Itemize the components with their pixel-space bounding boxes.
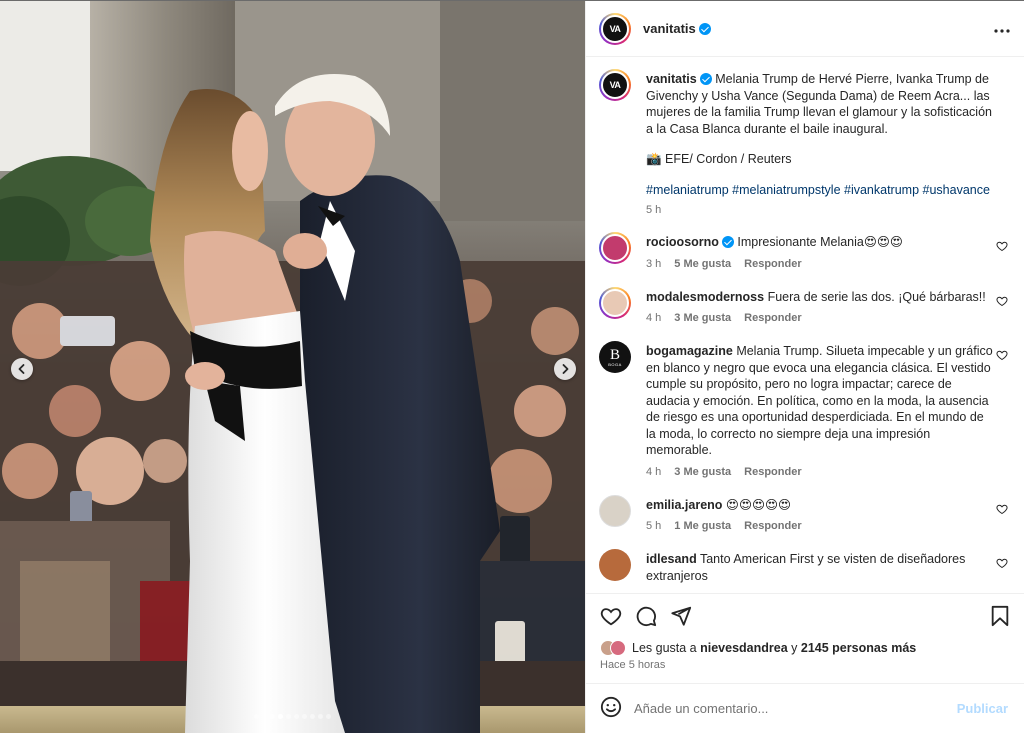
slide-dot: [310, 714, 315, 719]
comment-username[interactable]: emilia.jareno: [646, 498, 722, 512]
comment-like-heart-icon[interactable]: [996, 240, 1008, 252]
comment-likes[interactable]: 3 Me gusta: [674, 312, 731, 324]
share-button[interactable]: [669, 604, 693, 628]
post-header: VA vanitatis: [586, 1, 1024, 57]
comment-avatar[interactable]: [599, 494, 631, 527]
caption-username[interactable]: vanitatis: [646, 72, 697, 86]
post-time[interactable]: Hace 5 horas: [586, 659, 1024, 673]
verified-badge-icon: [699, 73, 712, 85]
save-button[interactable]: [988, 604, 1012, 628]
comment-icon: [636, 606, 657, 626]
liker-avatar[interactable]: [610, 640, 626, 656]
caption-author-avatar[interactable]: VA: [599, 69, 631, 101]
comment-avatar-logo: B: [609, 346, 620, 363]
comment-avatar-image: [601, 288, 629, 317]
slide-dot: [326, 714, 331, 719]
add-comment-bar: Publicar: [586, 683, 1024, 733]
liker-username[interactable]: nievesdandrea: [700, 641, 788, 655]
caption-time[interactable]: 5 h: [646, 204, 661, 216]
comment-text: Impresionante Melania😍😍😍: [737, 235, 903, 249]
slide-dot: [278, 714, 283, 719]
comment-item: emilia.jareno 😍😍😍😍😍 5 h 1 Me gusta Respo…: [599, 494, 1008, 532]
heart-icon: [600, 607, 622, 625]
post-caption: VA vanitatis Melania Trump de Hervé Pier…: [599, 69, 1008, 216]
emoji-icon: [600, 696, 622, 718]
comment-like-heart-icon[interactable]: [996, 295, 1008, 307]
comment-avatar[interactable]: [599, 286, 631, 319]
send-icon: [671, 606, 692, 626]
emoji-button[interactable]: [600, 696, 622, 721]
comment-like-heart-icon[interactable]: [996, 349, 1008, 361]
comment-item: rocioosorno Impresionante Melania😍😍😍 3 h…: [599, 232, 1008, 270]
likes-prefix: Les gusta a: [632, 641, 697, 655]
author-username[interactable]: vanitatis: [643, 21, 696, 36]
previous-slide-button[interactable]: [11, 358, 33, 380]
author-avatar-logo: VA: [601, 14, 629, 43]
reply-button[interactable]: Responder: [744, 258, 801, 270]
reply-button[interactable]: Responder: [744, 466, 801, 478]
publish-button[interactable]: Publicar: [957, 701, 1008, 716]
comment-text: Fuera de serie las dos. ¡Qué bárbaras!!: [767, 289, 986, 304]
reply-button[interactable]: Responder: [744, 520, 801, 532]
reply-button[interactable]: Responder: [744, 312, 801, 324]
slide-dot: [302, 714, 307, 719]
comment-item: idlesand Tanto American First y se viste…: [599, 549, 1008, 584]
caption-text: Melania Trump de Hervé Pierre, Ivanka Tr…: [646, 72, 992, 136]
post-side-panel: VA vanitatis VA vanitatis Melania Trump …: [585, 1, 1024, 733]
verified-badge-icon: [721, 236, 734, 248]
next-slide-button[interactable]: [554, 358, 576, 380]
comment-likes[interactable]: 1 Me gusta: [674, 520, 731, 532]
caption-avatar-logo: VA: [601, 71, 629, 99]
likes-summary: Les gusta a nievesdandrea y 2145 persona…: [586, 637, 1024, 659]
comment-avatar-image: [601, 234, 629, 262]
comment-likes[interactable]: 3 Me gusta: [674, 466, 731, 478]
comment-username[interactable]: idlesand: [646, 552, 697, 566]
author-avatar[interactable]: VA: [599, 12, 631, 45]
likes-joiner: y: [791, 641, 798, 655]
comment-avatar[interactable]: [599, 549, 631, 581]
slide-dot: [262, 714, 267, 719]
more-options-button[interactable]: [994, 20, 1010, 38]
post-photo: [0, 1, 585, 733]
slide-dot: [254, 714, 259, 719]
comment-text: Melania Trump. Silueta impecable y un gr…: [646, 344, 993, 457]
comment-username[interactable]: modalesmodernoss: [646, 290, 764, 304]
bookmark-icon: [991, 605, 1009, 626]
comments-list[interactable]: VA vanitatis Melania Trump de Hervé Pier…: [586, 57, 1024, 593]
comment-avatar[interactable]: B BOGA: [599, 341, 631, 373]
comment-input[interactable]: [634, 701, 957, 716]
comment-avatar[interactable]: [599, 232, 631, 264]
post-actions: [586, 593, 1024, 637]
instagram-post-modal: VA vanitatis VA vanitatis Melania Trump …: [0, 0, 1024, 733]
comment-text: 😍😍😍😍😍: [725, 497, 792, 512]
slide-dot: [318, 714, 323, 719]
slide-dot: [270, 714, 275, 719]
caption-hashtags[interactable]: #melaniatrump #melaniatrumpstyle #ivanka…: [646, 182, 996, 199]
likes-others[interactable]: 2145 personas más: [801, 641, 916, 655]
chevron-right-icon: [562, 364, 569, 374]
slide-indicator: [0, 714, 585, 719]
comment-likes[interactable]: 5 Me gusta: [674, 258, 731, 270]
like-button[interactable]: [599, 604, 623, 628]
more-horizontal-icon: [994, 28, 1010, 33]
chevron-left-icon: [18, 364, 25, 374]
comment-item: modalesmodernoss Fuera de serie las dos.…: [599, 286, 1008, 324]
comment-username[interactable]: bogamagazine: [646, 344, 733, 358]
comment-like-heart-icon[interactable]: [996, 557, 1008, 569]
slide-dot: [294, 714, 299, 719]
comment-time[interactable]: 4 h: [646, 312, 661, 324]
comment-time[interactable]: 3 h: [646, 258, 661, 270]
comment-item: B BOGA bogamagazine Melania Trump. Silue…: [599, 341, 1008, 478]
comment-like-heart-icon[interactable]: [996, 503, 1008, 515]
comment-time[interactable]: 4 h: [646, 466, 661, 478]
comment-avatar-logo-sub: BOGA: [608, 361, 622, 367]
caption-photo-credit: 📸 EFE/ Cordon / Reuters: [646, 152, 792, 166]
post-media[interactable]: [0, 1, 585, 733]
comment-username[interactable]: rocioosorno: [646, 235, 719, 249]
slide-dot: [286, 714, 291, 719]
comment-time[interactable]: 5 h: [646, 520, 661, 532]
comment-button[interactable]: [634, 604, 658, 628]
verified-badge-icon: [698, 22, 711, 35]
